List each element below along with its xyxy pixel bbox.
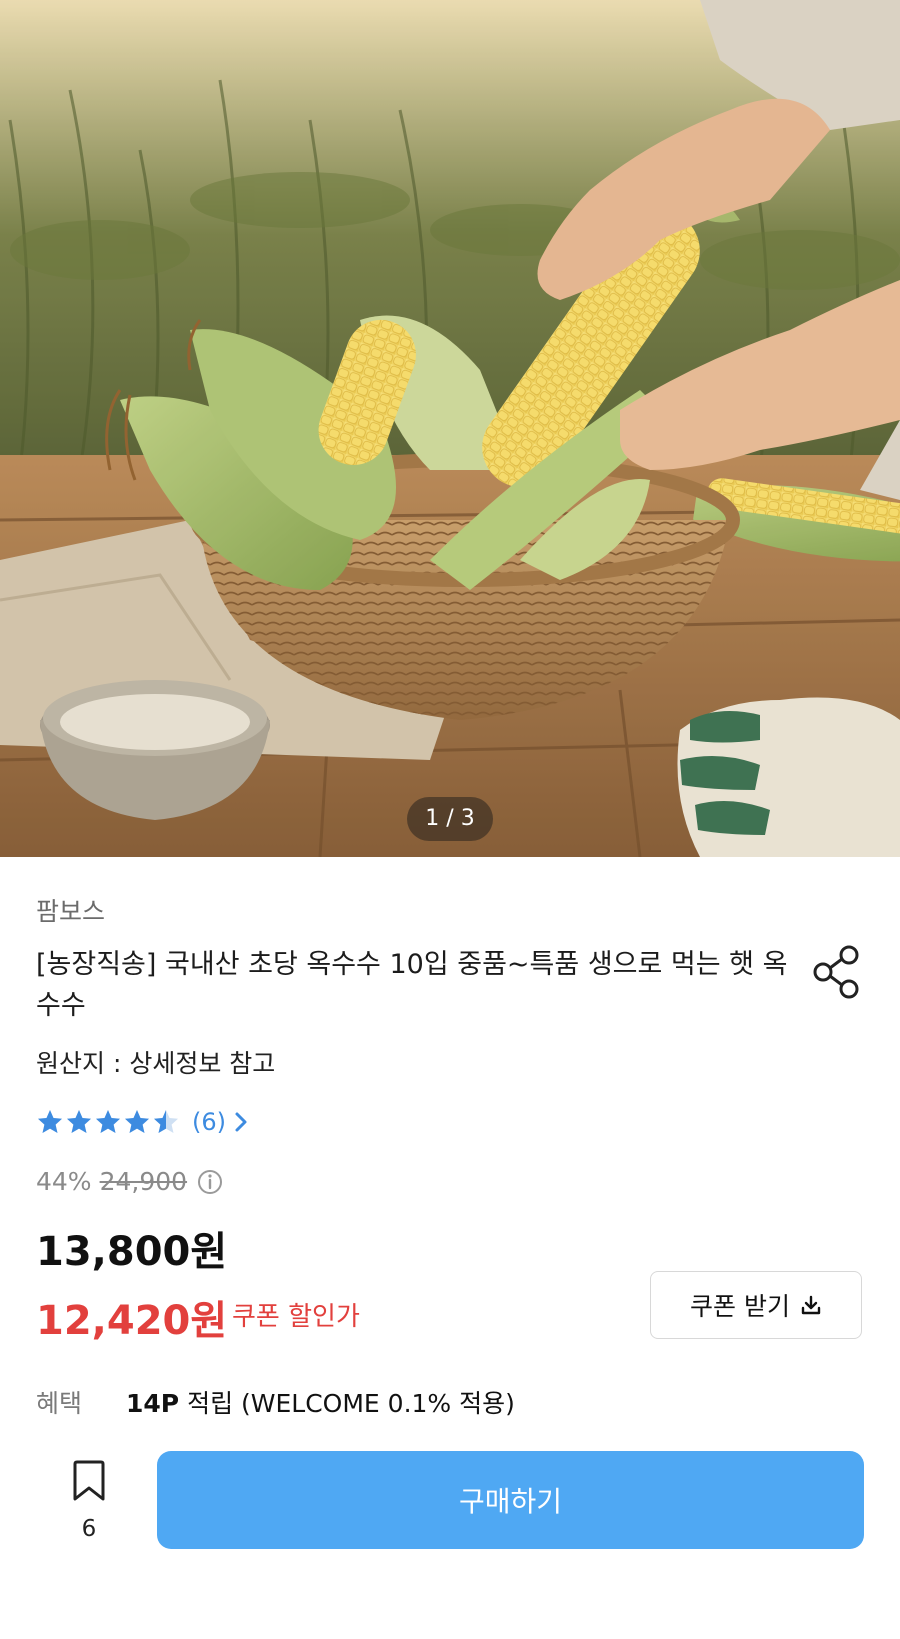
share-icon: [813, 945, 859, 999]
benefit-label: 혜택: [36, 1389, 83, 1418]
benefit-points: 14P: [126, 1389, 180, 1418]
brand-name[interactable]: 팜보스: [36, 892, 105, 928]
chevron-right-icon: [235, 1112, 247, 1132]
download-icon: [801, 1295, 821, 1315]
share-button[interactable]: [812, 944, 864, 1000]
star-icon: [125, 1110, 149, 1133]
image-pager: 1 / 3: [407, 797, 493, 841]
star-icon: [38, 1110, 62, 1133]
product-image[interactable]: 1 / 3: [0, 0, 900, 857]
origin-info: 원산지 : 상세정보 참고: [36, 1049, 276, 1078]
coupon-price-label: 쿠폰 할인가: [232, 1302, 360, 1332]
star-icon: [154, 1110, 178, 1133]
sale-price: 13,800원: [36, 1229, 228, 1275]
discount-rate: 44%: [36, 1167, 92, 1196]
product-title: [농장직송] 국내산 초당 옥수수 10입 중품~특품 생으로 먹는 햇 옥수수: [36, 949, 788, 1021]
get-coupon-button[interactable]: 쿠폰 받기: [650, 1271, 862, 1339]
bookmark-icon: [73, 1460, 105, 1501]
star-icon: [96, 1110, 120, 1133]
info-icon[interactable]: [197, 1169, 223, 1195]
benefit-text: 14P 적립 (WELCOME 0.1% 적용): [126, 1384, 515, 1420]
product-photo: [0, 0, 900, 857]
get-coupon-label: 쿠폰 받기: [690, 1292, 790, 1321]
rating-summary[interactable]: (6): [36, 1105, 248, 1139]
bookmark-count: 6: [81, 1516, 97, 1542]
star-rating: [36, 1108, 180, 1136]
discount-row: 44% 24,900: [36, 1167, 223, 1196]
buy-button[interactable]: 구매하기: [157, 1451, 864, 1549]
image-pager-text: 1 / 3: [425, 806, 475, 831]
bookmark-button[interactable]: 6: [64, 1460, 114, 1542]
star-icon: [67, 1110, 91, 1133]
benefit-detail: 적립 (WELCOME 0.1% 적용): [179, 1389, 515, 1418]
coupon-price: 12,420원: [36, 1298, 228, 1344]
review-count: (6): [192, 1108, 226, 1136]
buy-button-label: 구매하기: [458, 1485, 563, 1518]
original-price: 24,900: [99, 1167, 188, 1196]
